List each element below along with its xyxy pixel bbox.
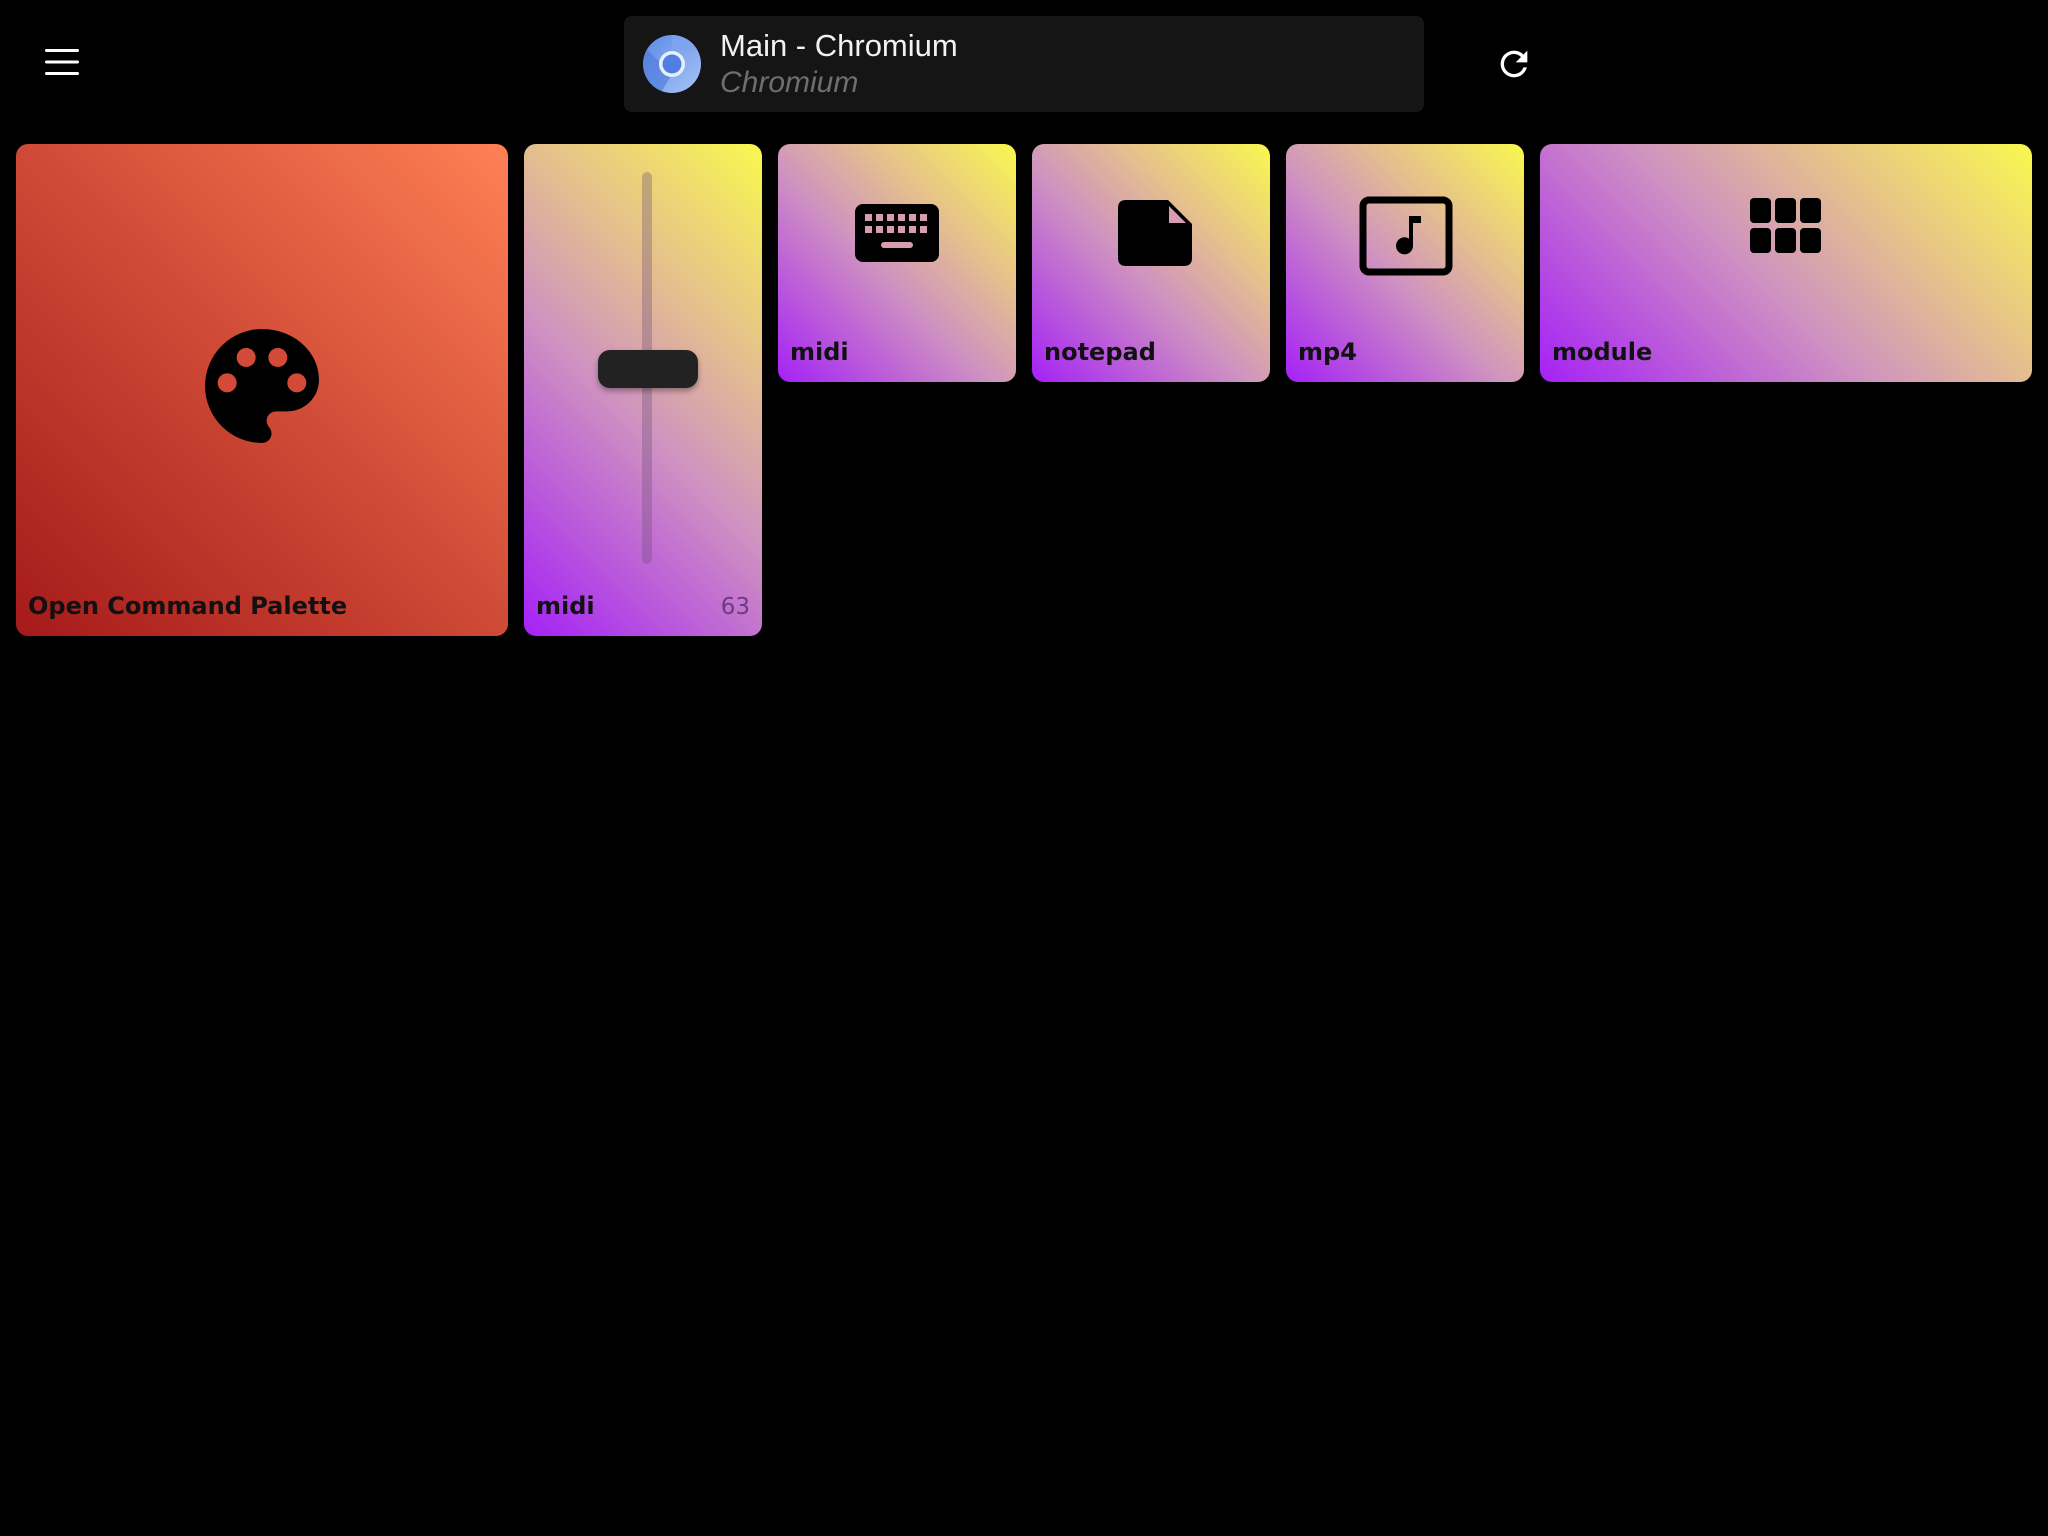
slider-thumb[interactable] bbox=[598, 350, 698, 388]
tile-module[interactable]: module bbox=[1540, 144, 2032, 382]
tile-label: module bbox=[1552, 338, 1653, 366]
file-icon bbox=[1118, 200, 1192, 266]
refresh-icon bbox=[1500, 50, 1528, 78]
hamburger-menu-icon bbox=[45, 49, 79, 75]
keyboard-icon bbox=[855, 204, 939, 262]
tile-label: mp4 bbox=[1298, 338, 1357, 366]
tile-open-command-palette[interactable]: Open Command Palette bbox=[16, 144, 508, 636]
window-title: Main - Chromium bbox=[720, 28, 958, 63]
slider-value: 63 bbox=[720, 594, 750, 620]
tile-label: midi bbox=[790, 338, 849, 366]
tile-mp4[interactable]: mp4 bbox=[1286, 144, 1524, 382]
palette-icon bbox=[205, 329, 319, 443]
tile-label: notepad bbox=[1044, 338, 1156, 366]
chromium-icon bbox=[643, 35, 701, 93]
refresh-button[interactable] bbox=[1488, 38, 1540, 90]
music-video-icon bbox=[1359, 196, 1453, 276]
top-bar: Main - Chromium Chromium bbox=[0, 0, 2048, 125]
tile-notepad[interactable]: notepad bbox=[1032, 144, 1270, 382]
tile-midi[interactable]: midi bbox=[778, 144, 1016, 382]
tile-label: midi bbox=[536, 592, 595, 620]
tile-midi-slider[interactable]: midi 63 bbox=[524, 144, 762, 636]
tile-label: Open Command Palette bbox=[28, 592, 348, 620]
window-subtitle: Chromium bbox=[720, 66, 859, 99]
menu-button[interactable] bbox=[34, 40, 90, 84]
grid-icon bbox=[1750, 198, 1821, 253]
window-selector[interactable]: Main - Chromium Chromium bbox=[624, 16, 1424, 112]
